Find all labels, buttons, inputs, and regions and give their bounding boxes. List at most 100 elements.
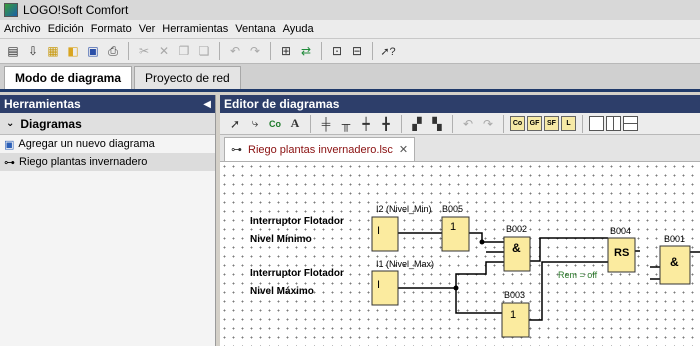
b004-label: B004: [610, 226, 631, 236]
toolbar-separator: [452, 114, 453, 133]
block-i1[interactable]: [371, 270, 399, 306]
toolbar-separator: [310, 114, 311, 133]
tools-panel: Herramientas ◀ ⌄ Diagramas ▣ Agregar un …: [0, 95, 216, 346]
align-left-icon[interactable]: ╪: [317, 115, 335, 133]
align-top-icon[interactable]: ╥: [337, 115, 355, 133]
context-help-icon[interactable]: ➚?: [379, 42, 397, 60]
menu-ventana[interactable]: Ventana: [235, 23, 275, 35]
new-document-icon[interactable]: ▦: [44, 42, 62, 60]
print-icon[interactable]: ⎙: [104, 42, 122, 60]
align-center-icon[interactable]: ┿: [357, 115, 375, 133]
main-toolbar: ▤ ⇩ ▦ ◧ ▣ ⎙ ✂ ✕ ❐ ❏ ↶ ↷ ⊞ ⇄ ⊡ ⊟ ➚?: [0, 38, 700, 64]
b002-label: B002: [506, 224, 527, 234]
connect-icon[interactable]: ⤷: [246, 115, 264, 133]
select-pointer-icon[interactable]: ➚: [226, 115, 244, 133]
new-file-icon[interactable]: ▤: [4, 42, 22, 60]
block-i1-symbol: I: [377, 279, 380, 291]
ladder-button[interactable]: L: [561, 116, 576, 131]
wire-i1-b002[interactable]: [455, 261, 504, 288]
toolbar-separator: [321, 42, 322, 60]
diagram-svg: I 1 & I 1 RS & Interruptor Flotador Nive…: [250, 204, 700, 338]
upload-to-logo-icon[interactable]: ⊡: [328, 42, 346, 60]
block-i2[interactable]: [371, 216, 399, 252]
split-vertical-view-icon[interactable]: [606, 116, 621, 131]
constants-icon[interactable]: Co: [266, 115, 284, 133]
block-b002-symbol: &: [512, 241, 521, 255]
download-from-logo-icon[interactable]: ⊟: [348, 42, 366, 60]
toolbar-separator: [372, 42, 373, 60]
align-middle-icon[interactable]: ╋: [377, 115, 395, 133]
junction-dot: [453, 285, 459, 291]
diagrams-section-label: Diagramas: [20, 116, 82, 131]
toolbar-separator: [270, 42, 271, 60]
editor-redo-icon[interactable]: ↷: [479, 115, 497, 133]
sensor2-label-line2: Nivel Máximo: [250, 286, 314, 297]
app-logo-icon: [4, 3, 18, 17]
download-icon[interactable]: ⇩: [24, 42, 42, 60]
editor-file-tabs: ⊶ Riego plantas invernadero.lsc ✕: [220, 135, 700, 162]
tab-modo-de-diagrama[interactable]: Modo de diagrama: [4, 66, 133, 89]
file-tab-riego[interactable]: ⊶ Riego plantas invernadero.lsc ✕: [224, 137, 416, 161]
editor-title: Editor de diagramas: [224, 97, 340, 111]
menu-archivo[interactable]: Archivo: [4, 23, 41, 35]
undo-icon[interactable]: ↶: [226, 42, 244, 60]
wire-b001-inputs[interactable]: [650, 266, 660, 280]
split-horizontal-view-icon[interactable]: [623, 116, 638, 131]
cut-icon[interactable]: ✂: [135, 42, 153, 60]
constants-button[interactable]: Co: [510, 116, 525, 131]
copy-icon[interactable]: ❐: [175, 42, 193, 60]
wire-i1-b003[interactable]: [398, 287, 502, 314]
toolbar-separator: [401, 114, 402, 133]
rem-label: Rem = off: [558, 270, 598, 280]
title-bar: LOGO!Soft Comfort: [0, 0, 700, 20]
tab-proyecto-de-red[interactable]: Proyecto de red: [134, 66, 241, 89]
add-diagram-item[interactable]: ▣ Agregar un nuevo diagrama: [0, 135, 215, 153]
b003-label: B003: [504, 290, 525, 300]
join-connector-icon[interactable]: ▚: [428, 115, 446, 133]
diagram-file-icon: ⊶: [231, 144, 242, 156]
diagram-item-riego[interactable]: ⊶ Riego plantas invernadero: [0, 153, 215, 171]
single-view-icon[interactable]: [589, 116, 604, 131]
sensor1-label-line2: Nivel Mínimo: [250, 234, 312, 245]
close-tab-icon[interactable]: ✕: [399, 143, 408, 156]
save-icon[interactable]: ▣: [84, 42, 102, 60]
b001-label: B001: [664, 234, 685, 244]
menu-bar: Archivo Edición Formato Ver Herramientas…: [0, 20, 700, 38]
i1-name-label: I1 (Nivel_Max): [376, 259, 434, 269]
diagram-item-label: Riego plantas invernadero: [19, 156, 148, 168]
text-tool-icon[interactable]: A: [286, 115, 304, 133]
menu-herramientas[interactable]: Herramientas: [162, 23, 228, 35]
toolbar-separator: [503, 114, 504, 133]
editor-toolbar: ➚ ⤷ Co A ╪ ╥ ┿ ╋ ▞ ▚ ↶ ↷ Co GF SF L: [220, 113, 700, 135]
paste-icon[interactable]: ❏: [195, 42, 213, 60]
junction-dot: [479, 239, 485, 245]
menu-ver[interactable]: Ver: [139, 23, 156, 35]
diagram-canvas[interactable]: I 1 & I 1 RS & Interruptor Flotador Nive…: [220, 162, 700, 346]
basic-functions-button[interactable]: GF: [527, 116, 542, 131]
block-b004-symbol: RS: [614, 247, 629, 259]
pc-to-logo-icon[interactable]: ⊞: [277, 42, 295, 60]
special-functions-button[interactable]: SF: [544, 116, 559, 131]
tools-panel-header: Herramientas ◀: [0, 95, 215, 113]
b005-label: B005: [442, 204, 463, 214]
wire-b002-b004[interactable]: [530, 237, 608, 262]
toolbar-separator: [582, 114, 583, 133]
wire-b005-b002[interactable]: [469, 232, 504, 243]
open-folder-icon[interactable]: ◧: [64, 42, 82, 60]
collapse-arrow-icon[interactable]: ◀: [203, 99, 211, 110]
sensor2-label-line1: Interruptor Flotador: [250, 268, 344, 279]
toolbar-separator: [128, 42, 129, 60]
menu-formato[interactable]: Formato: [91, 23, 132, 35]
diagrams-section-header[interactable]: ⌄ Diagramas: [0, 113, 215, 135]
menu-edicion[interactable]: Edición: [48, 23, 84, 35]
block-b001-symbol: &: [670, 255, 679, 269]
split-connector-icon[interactable]: ▞: [408, 115, 426, 133]
diagram-file-icon: ⊶: [4, 156, 15, 169]
diagram-editor: Editor de diagramas ➚ ⤷ Co A ╪ ╥ ┿ ╋ ▞ ▚…: [220, 95, 700, 346]
block-i2-symbol: I: [377, 225, 380, 237]
transfer-icon[interactable]: ⇄: [297, 42, 315, 60]
redo-icon[interactable]: ↷: [246, 42, 264, 60]
menu-ayuda[interactable]: Ayuda: [283, 23, 314, 35]
delete-icon[interactable]: ✕: [155, 42, 173, 60]
editor-undo-icon[interactable]: ↶: [459, 115, 477, 133]
